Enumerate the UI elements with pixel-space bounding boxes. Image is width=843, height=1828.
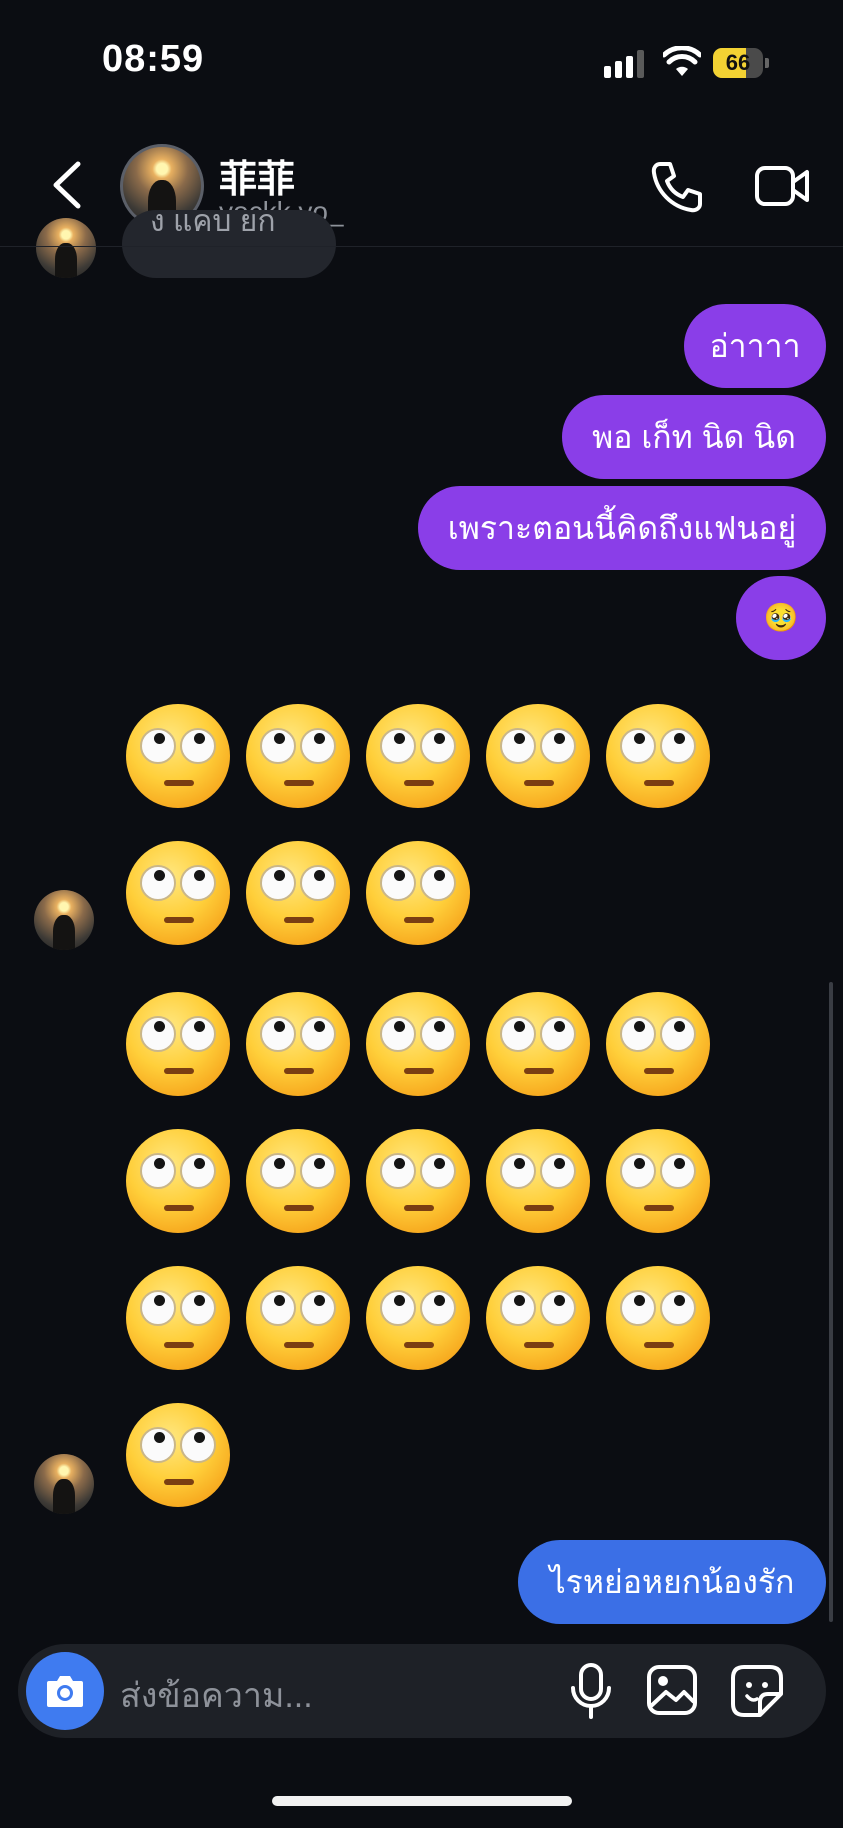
received-message-partial[interactable]: ง แคบ ยก xyxy=(122,210,336,278)
rolling-eyes-emoji xyxy=(126,1129,230,1233)
phone-call-icon[interactable] xyxy=(650,160,704,214)
rolling-eyes-emoji xyxy=(366,1129,470,1233)
rolling-eyes-emoji xyxy=(126,841,230,945)
rolling-eyes-emoji xyxy=(486,992,590,1096)
rolling-eyes-emoji xyxy=(606,704,710,808)
rolling-eyes-emoji xyxy=(126,704,230,808)
rolling-eyes-emoji xyxy=(126,992,230,1096)
sent-message[interactable]: พอ เก็ท นิด นิด xyxy=(562,395,826,479)
back-chevron-icon[interactable] xyxy=(50,160,84,210)
sticker-icon[interactable] xyxy=(730,1664,784,1718)
rolling-eyes-emoji xyxy=(486,1129,590,1233)
battery-percent: 66 xyxy=(725,50,751,75)
wifi-icon xyxy=(663,46,701,76)
rolling-eyes-emoji xyxy=(246,1129,350,1233)
rolling-eyes-emoji xyxy=(486,1266,590,1370)
cellular-signal-icon xyxy=(604,50,644,78)
scrollbar[interactable] xyxy=(829,982,833,1622)
rolling-eyes-emoji xyxy=(126,1266,230,1370)
rolling-eyes-emoji xyxy=(126,1403,230,1507)
video-call-icon[interactable] xyxy=(754,162,810,210)
home-indicator xyxy=(272,1796,572,1806)
sent-message[interactable]: เพราะตอนนี้คิดถึงแฟนอยู่ xyxy=(418,486,826,570)
message-input[interactable]: ส่งข้อความ... xyxy=(120,1668,313,1722)
battery-indicator: 66 xyxy=(713,48,769,78)
received-message-partial-text: ง แคบ ยก xyxy=(150,210,276,238)
sender-avatar[interactable] xyxy=(34,1454,94,1514)
camera-button[interactable] xyxy=(26,1652,104,1730)
rolling-eyes-emoji xyxy=(486,704,590,808)
sent-message[interactable]: อ่าาาา xyxy=(684,304,826,388)
rolling-eyes-emoji xyxy=(606,1266,710,1370)
rolling-eyes-emoji xyxy=(246,1266,350,1370)
gallery-icon[interactable] xyxy=(646,1664,698,1716)
rolling-eyes-emoji xyxy=(246,704,350,808)
microphone-icon[interactable] xyxy=(566,1662,616,1720)
contact-name[interactable]: 菲菲 xyxy=(219,148,295,203)
rolling-eyes-emoji xyxy=(366,704,470,808)
rolling-eyes-emoji xyxy=(246,992,350,1096)
sender-avatar[interactable] xyxy=(34,890,94,950)
sent-message[interactable]: 🥹 xyxy=(736,576,826,660)
camera-icon xyxy=(47,1676,83,1707)
rolling-eyes-emoji xyxy=(606,992,710,1096)
rolling-eyes-emoji xyxy=(246,841,350,945)
rolling-eyes-emoji xyxy=(366,992,470,1096)
rolling-eyes-emoji xyxy=(366,1266,470,1370)
rolling-eyes-emoji xyxy=(606,1129,710,1233)
sender-avatar[interactable] xyxy=(36,218,96,278)
header-divider xyxy=(0,246,843,247)
status-time: 08:59 xyxy=(102,38,205,80)
rolling-eyes-emoji xyxy=(366,841,470,945)
sent-message[interactable]: ไรหย่อหยกน้องรัก xyxy=(518,1540,826,1624)
